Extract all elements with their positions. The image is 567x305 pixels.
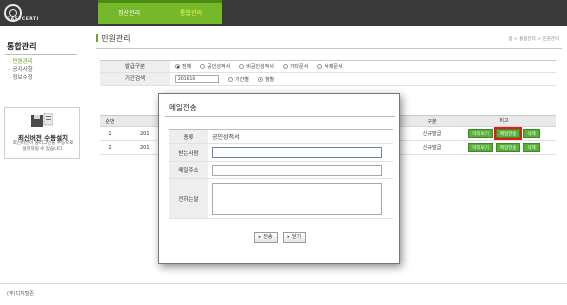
radio-other[interactable]: 기타문서 (282, 63, 308, 70)
sidebar-menu: · 민원관리 · 공지사항 · 정보수정 (9, 58, 33, 82)
row-no: 2 (108, 145, 112, 151)
filter-row-kind: 발급구분 전체 공인성적서 비공인성적서 기타문서 삭제문서 (100, 60, 556, 73)
radio-certified[interactable]: 공인성적서 (200, 63, 230, 70)
page-title: 민원관리 (101, 34, 131, 43)
form-row-recipient: 받는사람 (169, 144, 393, 162)
recipient-input[interactable] (212, 147, 382, 158)
sidebar-item-complaints[interactable]: · 민원관리 (9, 58, 33, 66)
radio-by-period[interactable]: 기간별 (228, 76, 249, 83)
top-bar: EASYCERTI 정산관리 통합관리 (0, 0, 567, 26)
radio-deleted[interactable]: 삭제문서 (317, 63, 343, 70)
delete-button[interactable]: 삭제 (523, 143, 540, 152)
send-mail-button[interactable]: 메일전송 (493, 127, 523, 140)
dialog-title-divider (165, 116, 395, 117)
close-arrow-icon: ▸ (287, 234, 291, 240)
sidebar-title: 통합관리 (7, 42, 37, 51)
radio-by-month[interactable]: 월별 (257, 76, 274, 83)
address-label: 메일주소 (169, 162, 208, 178)
message-textarea[interactable] (212, 182, 382, 215)
filter-row-period: 기간검색 201610 기간별 월별 (100, 73, 556, 86)
sidebar-item-notices[interactable]: · 공지사항 (9, 66, 33, 74)
footer-company: (주)디지털존 (7, 291, 34, 297)
logo-text: EASYCERTI (7, 17, 39, 22)
message-label: 전하는말 (169, 179, 208, 218)
row-date: 201 (140, 131, 150, 137)
topnav-item-settlement[interactable]: 정산관리 (98, 3, 160, 24)
row-type: 신규발급 (422, 145, 442, 151)
send-arrow-icon: ▸ (258, 234, 262, 240)
preview-button[interactable]: 미리보기 (468, 129, 493, 138)
dialog-send-button[interactable]: ▸ 전송 (253, 232, 278, 243)
email-address-input[interactable] (212, 164, 382, 176)
kind-value: 공인성적서 (212, 134, 240, 141)
filter-period-label: 기간검색 (100, 73, 170, 85)
install-disk-icon (31, 113, 53, 127)
top-nav: 정산관리 통합관리 (98, 3, 222, 24)
topnav-item-integrated[interactable]: 통합관리 (160, 3, 222, 24)
logo[interactable]: EASYCERTI (0, 0, 50, 26)
filter-kind-label: 발급구분 (100, 61, 170, 72)
preview-button[interactable]: 미리보기 (468, 143, 493, 152)
breadcrumb: 홈 > 통합관리 > 민원관리 (508, 37, 559, 42)
delete-button[interactable]: 삭제 (523, 129, 540, 138)
radio-uncertified[interactable]: 비공인성적서 (239, 63, 274, 70)
recipient-label: 받는사람 (169, 144, 208, 161)
dialog-close-button[interactable]: ▸ 닫기 (282, 232, 307, 243)
title-divider (96, 48, 562, 49)
send-mail-dialog: 메일전송 종류 공인성적서 받는사람 메일주소 전하는말 ▸ 전송 ▸ 닫기 (158, 93, 400, 264)
mail-form: 종류 공인성적서 받는사람 메일주소 전하는말 (169, 129, 393, 219)
radio-all[interactable]: 전체 (175, 63, 191, 70)
period-input[interactable]: 201610 (175, 75, 219, 83)
footer-divider (0, 283, 567, 284)
row-no: 1 (108, 131, 112, 137)
kind-label: 종류 (169, 130, 208, 143)
form-row-address: 메일주소 (169, 162, 393, 179)
send-mail-button[interactable]: 메일전송 (495, 143, 521, 152)
row-date: 201 (140, 145, 150, 151)
dialog-buttons: ▸ 전송 ▸ 닫기 (159, 232, 401, 243)
manual-install-box[interactable]: 최신버전 수동설치 최신버전이 플러그인을 수동으로 설치하실 수 있습니다. (4, 107, 80, 159)
sidebar-item-profile[interactable]: · 정보수정 (9, 74, 33, 82)
col-no: 순번 (105, 119, 115, 125)
dialog-title: 메일전송 (169, 103, 197, 112)
sidebar-divider (5, 54, 77, 55)
col-type: 구분 (427, 119, 437, 125)
manual-install-desc: 최신버전이 플러그인을 수동으로 설치하실 수 있습니다. (12, 141, 74, 152)
col-etc: 비고 (499, 118, 509, 124)
form-row-kind: 종류 공인성적서 (169, 129, 393, 144)
row-type: 신규발급 (422, 131, 442, 137)
form-row-message: 전하는말 (169, 179, 393, 219)
search-filter: 발급구분 전체 공인성적서 비공인성적서 기타문서 삭제문서 기간검색 2016… (100, 60, 556, 86)
